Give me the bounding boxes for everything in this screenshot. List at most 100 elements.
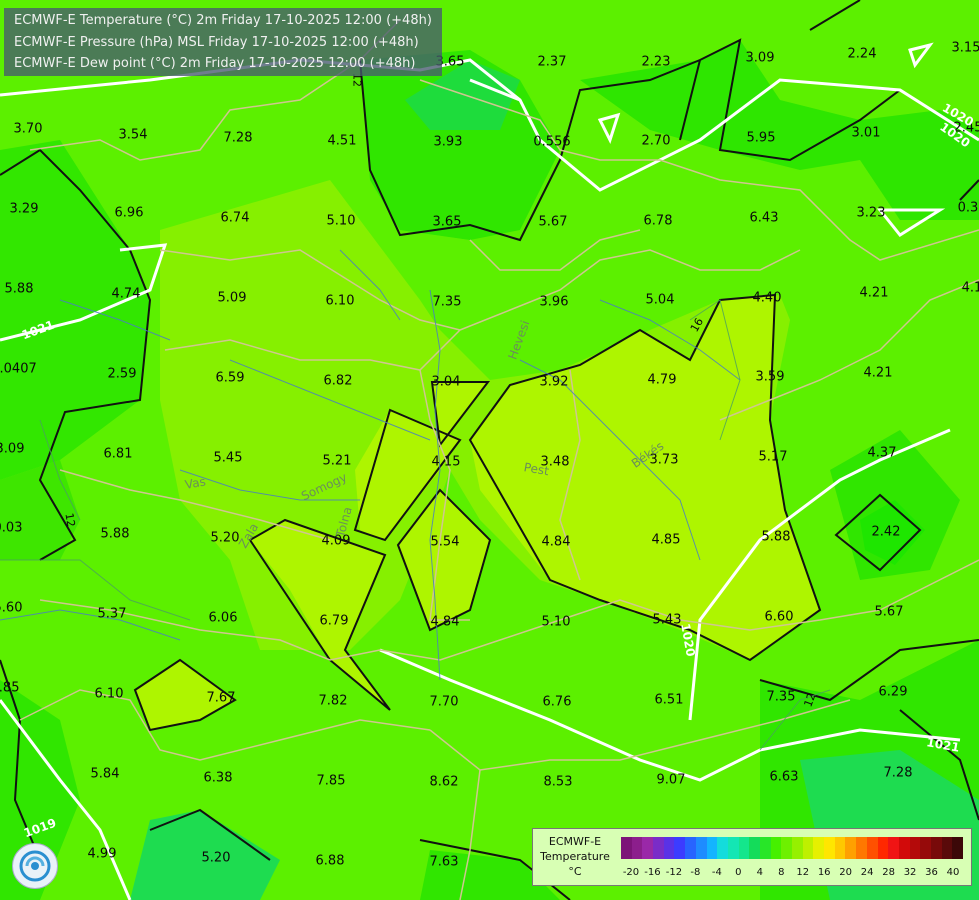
dewpoint-value: 5.04	[645, 292, 675, 308]
dewpoint-value: 4.74	[111, 286, 141, 302]
legend-swatch	[941, 837, 953, 859]
dewpoint-value: 6.51	[654, 692, 684, 708]
dewpoint-value: 6.81	[103, 446, 133, 462]
legend-swatch	[877, 837, 889, 859]
dewpoint-value: 3.04	[431, 374, 461, 390]
dewpoint-value: 3.09	[0, 441, 25, 457]
dewpoint-value: 5.45	[213, 450, 243, 466]
color-legend: ECMWF-E Temperature °C -20 -16 -12 -8 -4 0 4 8 1…	[532, 828, 972, 886]
dewpoint-value: 5.10	[326, 213, 356, 229]
dewpoint-value: 7.35	[432, 294, 462, 310]
dewpoint-value: 3.29	[9, 201, 39, 217]
dewpoint-value: 6.96	[114, 205, 144, 221]
dewpoint-value: 6.78	[643, 213, 673, 229]
dewpoint-value: 7.28	[223, 130, 253, 146]
dewpoint-value: 3.96	[539, 294, 569, 310]
dewpoint-value: 2.24	[847, 46, 877, 62]
dewpoint-value: 5.67	[538, 214, 568, 230]
cool-zone-northeast	[580, 40, 979, 220]
legend-tick: 28	[882, 867, 895, 878]
dewpoint-value: 0.03	[0, 520, 23, 536]
dewpoint-value: 4.37	[867, 445, 897, 461]
legend-tick: -16	[644, 867, 661, 878]
legend-swatch	[834, 837, 846, 859]
dewpoint-value: 5.88	[100, 526, 130, 542]
title-dewpoint: ECMWF-E Dew point (°C) 2m Friday 17-10-2…	[14, 56, 416, 71]
dewpoint-value: 2.42	[871, 524, 901, 540]
legend-swatch	[727, 837, 739, 859]
dewpoint-value: 7.63	[429, 854, 459, 870]
dewpoint-value: 3.59	[755, 369, 785, 385]
legend-tick: 36	[925, 867, 938, 878]
legend-tick: 20	[839, 867, 853, 878]
dewpoint-value: 3.93	[433, 134, 463, 150]
dewpoint-value: 5.09	[217, 290, 247, 306]
legend-swatch	[663, 837, 675, 859]
dewpoint-value: 8.53	[543, 774, 573, 790]
dewpoint-value: 6.38	[203, 770, 233, 786]
legend-swatch	[706, 837, 718, 859]
dewpoint-value: 5.43	[652, 612, 682, 628]
title-box: ECMWF-E Temperature (°C) 2m Friday 17-10…	[4, 8, 442, 76]
dewpoint-value: 2.70	[641, 133, 671, 149]
legend-swatches	[621, 837, 963, 859]
dewpoint-value: 5.20	[201, 850, 231, 866]
legend-title-3: °C	[568, 865, 582, 878]
legend-tick: -4	[711, 867, 722, 878]
dewpoint-value: 0.556	[533, 134, 571, 150]
dewpoint-value: 3.01	[851, 125, 881, 141]
dewpoint-value: 6.76	[542, 694, 572, 710]
legend-swatch	[759, 837, 771, 859]
dewpoint-value: 2.59	[107, 366, 137, 382]
legend-swatch	[824, 837, 835, 859]
legend-swatch	[952, 837, 963, 859]
legend-tick: 24	[860, 867, 874, 878]
dewpoint-value: 4.85	[651, 532, 681, 548]
dewpoint-value: 5.37	[97, 606, 127, 622]
dewpoint-value: 6.60	[764, 609, 794, 625]
dewpoint-value: 7.28	[883, 765, 913, 781]
dewpoint-value: 4.51	[327, 133, 357, 149]
dewpoint-value: 4.21	[863, 365, 893, 381]
legend-swatch	[631, 837, 643, 859]
legend-swatch	[792, 837, 803, 859]
dewpoint-value: 7.70	[429, 694, 459, 710]
legend-tick: -20	[622, 867, 640, 878]
legend-swatch	[770, 837, 782, 859]
dewpoint-value: 5.54	[430, 534, 460, 550]
dewpoint-value: 5.84	[90, 766, 120, 782]
dewpoint-value: 0.85	[0, 680, 20, 696]
dewpoint-value: 9.07	[656, 772, 686, 788]
legend-swatch	[674, 837, 686, 859]
title-pressure: ECMWF-E Pressure (hPa) MSL Friday 17-10-…	[14, 35, 419, 50]
dewpoint-value: 5.10	[541, 614, 571, 630]
dewpoint-value: 5.17	[758, 449, 788, 465]
legend-swatch	[920, 837, 931, 859]
legend-swatch	[909, 837, 921, 859]
dewpoint-value: 4.84	[430, 614, 460, 630]
dewpoint-value: 6.59	[215, 370, 245, 386]
dewpoint-value: 4.84	[541, 534, 571, 550]
dewpoint-value: 6.79	[319, 613, 349, 629]
legend-tick: 40	[946, 867, 960, 878]
dewpoint-value: 5.88	[761, 529, 791, 545]
dewpoint-value: 4.79	[647, 372, 677, 388]
dewpoint-contour-label: 12	[62, 511, 78, 529]
dewpoint-value: 5.60	[0, 600, 23, 616]
legend-swatch	[653, 837, 664, 859]
dewpoint-value: 6.88	[315, 853, 345, 869]
dewpoint-value: 3.70	[13, 121, 43, 137]
legend-swatch	[738, 837, 750, 859]
cool-zone-northwest	[0, 140, 150, 480]
legend-swatch	[813, 837, 825, 859]
ecmwf-logo	[12, 843, 58, 889]
title-temperature: ECMWF-E Temperature (°C) 2m Friday 17-10…	[14, 13, 432, 28]
legend-title-1: ECMWF-E	[548, 835, 602, 848]
legend-swatch	[866, 837, 878, 859]
legend-swatch	[717, 837, 728, 859]
legend-swatch	[621, 837, 632, 859]
dewpoint-value: 4.21	[859, 285, 889, 301]
logo-swirl-icon	[19, 850, 51, 882]
dewpoint-value: 7.67	[206, 690, 236, 706]
dewpoint-value: 8.62	[429, 774, 459, 790]
